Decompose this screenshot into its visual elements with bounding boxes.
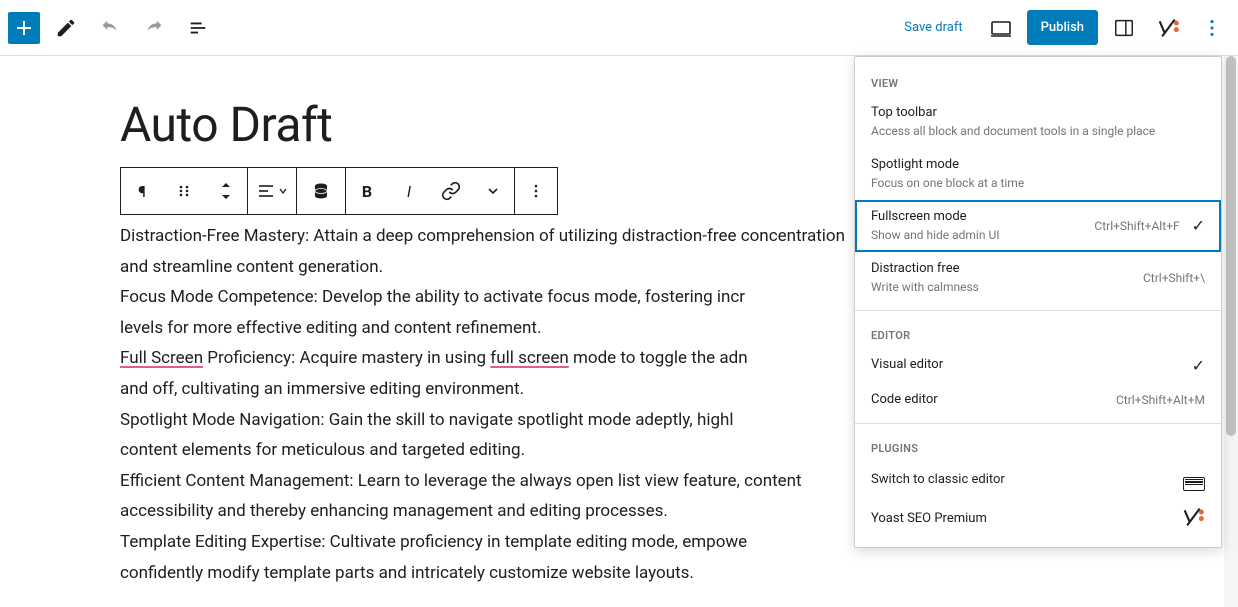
post-content[interactable]: Distraction-Free Mastery: Attain a deep … bbox=[120, 221, 850, 588]
options-menu-button[interactable] bbox=[1194, 10, 1230, 46]
yoast-icon bbox=[1181, 507, 1205, 531]
undo-button[interactable] bbox=[92, 10, 128, 46]
options-dropdown-menu: VIEW Top toolbar Access all block and do… bbox=[854, 56, 1222, 548]
keyboard-shortcut: Ctrl+Shift+Alt+F bbox=[1094, 219, 1179, 233]
menu-item-title: Yoast SEO Premium bbox=[871, 510, 1169, 528]
menu-item-title: Visual editor bbox=[871, 356, 1180, 374]
database-icon[interactable] bbox=[297, 168, 345, 214]
scrollbar-thumb[interactable] bbox=[1226, 56, 1236, 436]
paragraph-text: Proficiency: Acquire mastery in using bbox=[203, 348, 490, 368]
menu-item-desc: Access all block and document tools in a… bbox=[871, 123, 1205, 140]
italic-button[interactable]: I bbox=[388, 168, 430, 214]
spelling-error: full screen bbox=[490, 348, 568, 368]
save-draft-button[interactable]: Save draft bbox=[892, 12, 974, 43]
keyboard-icon bbox=[1183, 469, 1205, 491]
menu-divider bbox=[855, 310, 1221, 311]
move-up-down-icon[interactable] bbox=[205, 168, 247, 214]
paragraph-text: Focus Mode Competence: Develop the abili… bbox=[120, 287, 745, 307]
menu-item-code-editor[interactable]: Code editor Ctrl+Shift+Alt+M bbox=[855, 383, 1221, 417]
menu-item-title: Distraction free bbox=[871, 260, 1131, 278]
menu-item-title: Spotlight mode bbox=[871, 156, 1205, 174]
block-options-button[interactable] bbox=[515, 168, 557, 214]
menu-item-title: Switch to classic editor bbox=[871, 471, 1171, 489]
spelling-error: Full Screen bbox=[120, 348, 203, 368]
paragraph-text: Efficient Content Management: Learn to l… bbox=[120, 471, 802, 522]
menu-item-title: Top toolbar bbox=[871, 104, 1205, 122]
preview-button[interactable] bbox=[983, 10, 1019, 46]
menu-item-spotlight[interactable]: Spotlight mode Focus on one block at a t… bbox=[855, 148, 1221, 200]
more-formatting-button[interactable] bbox=[472, 168, 514, 214]
menu-item-fullscreen[interactable]: Fullscreen mode Show and hide admin UI C… bbox=[855, 200, 1221, 252]
menu-item-title: Fullscreen mode bbox=[871, 208, 1082, 226]
vertical-scrollbar[interactable] bbox=[1224, 56, 1238, 607]
publish-button[interactable]: Publish bbox=[1027, 10, 1098, 45]
drag-handle-icon[interactable] bbox=[163, 168, 205, 214]
document-overview-button[interactable] bbox=[180, 10, 216, 46]
post-title[interactable]: Auto Draft bbox=[120, 96, 850, 153]
keyboard-shortcut: Ctrl+Shift+Alt+M bbox=[1116, 393, 1205, 407]
link-button[interactable] bbox=[430, 168, 472, 214]
paragraph-text: levels for more effective editing and co… bbox=[120, 318, 541, 338]
paragraph-text: and off, cultivating an immersive editin… bbox=[120, 379, 524, 399]
menu-item-desc: Focus on one block at a time bbox=[871, 175, 1205, 192]
redo-button[interactable] bbox=[136, 10, 172, 46]
bold-button[interactable]: B bbox=[346, 168, 388, 214]
edit-tool-icon[interactable] bbox=[48, 10, 84, 46]
editor-topbar: Save draft Publish bbox=[0, 0, 1238, 56]
paragraph-text: Spotlight Mode Navigation: Gain the skil… bbox=[120, 410, 734, 430]
menu-item-title: Code editor bbox=[871, 391, 1104, 409]
topbar-left bbox=[8, 10, 216, 46]
align-icon[interactable] bbox=[248, 168, 296, 214]
paragraph-text: Template Editing Expertise: Cultivate pr… bbox=[120, 532, 747, 552]
add-block-button[interactable] bbox=[8, 12, 40, 44]
menu-item-top-toolbar[interactable]: Top toolbar Access all block and documen… bbox=[855, 96, 1221, 148]
paragraph-text: confidently modify template parts and in… bbox=[120, 563, 694, 583]
yoast-icon[interactable] bbox=[1150, 10, 1186, 46]
check-icon: ✓ bbox=[1192, 356, 1205, 375]
keyboard-shortcut: Ctrl+Shift+\ bbox=[1143, 271, 1205, 285]
menu-item-classic-editor[interactable]: Switch to classic editor bbox=[855, 461, 1221, 499]
menu-item-desc: Write with calmness bbox=[871, 279, 1131, 296]
menu-divider bbox=[855, 423, 1221, 424]
settings-sidebar-toggle[interactable] bbox=[1106, 10, 1142, 46]
paragraph-text: mode to toggle the adn bbox=[569, 348, 748, 368]
menu-item-distraction-free[interactable]: Distraction free Write with calmness Ctr… bbox=[855, 252, 1221, 304]
check-icon: ✓ bbox=[1192, 216, 1205, 235]
block-toolbar: ¶ B I bbox=[120, 167, 558, 215]
menu-section-editor: EDITOR bbox=[855, 317, 1221, 348]
menu-section-plugins: PLUGINS bbox=[855, 430, 1221, 461]
menu-item-visual-editor[interactable]: Visual editor ✓ bbox=[855, 348, 1221, 383]
menu-item-desc: Show and hide admin UI bbox=[871, 227, 1082, 244]
paragraph-text: Distraction-Free Mastery: Attain a deep … bbox=[120, 226, 845, 277]
editor-canvas: Auto Draft Distraction-Free Mastery: Att… bbox=[0, 56, 850, 588]
topbar-right: Save draft Publish bbox=[892, 10, 1230, 46]
paragraph-text: content elements for meticulous and targ… bbox=[120, 440, 525, 460]
menu-section-view: VIEW bbox=[855, 65, 1221, 96]
paragraph-block-icon[interactable]: ¶ bbox=[121, 168, 163, 214]
menu-item-yoast[interactable]: Yoast SEO Premium bbox=[855, 499, 1221, 539]
